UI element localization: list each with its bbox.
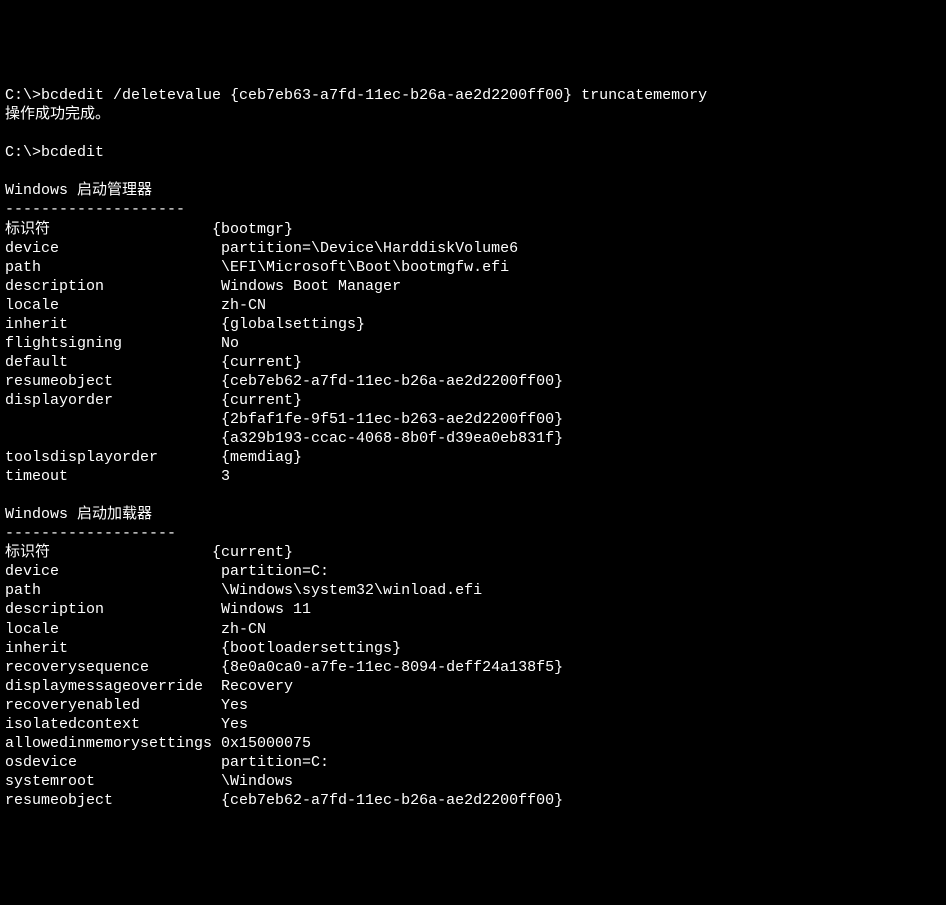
config-row: {2bfaf1fe-9f51-11ec-b263-ae2d2200ff00} xyxy=(5,411,563,428)
config-row: systemroot \Windows xyxy=(5,773,293,790)
config-row: resumeobject {ceb7eb62-a7fd-11ec-b26a-ae… xyxy=(5,373,563,390)
config-row: displayorder {current} xyxy=(5,392,302,409)
config-row: device partition=\Device\HarddiskVolume6 xyxy=(5,240,518,257)
config-row: timeout 3 xyxy=(5,468,230,485)
prompt-prefix: C:\> xyxy=(5,144,41,161)
config-row: allowedinmemorysettings 0x15000075 xyxy=(5,735,311,752)
terminal-output[interactable]: C:\>bcdedit /deletevalue {ceb7eb63-a7fd-… xyxy=(5,86,941,810)
config-row: osdevice partition=C: xyxy=(5,754,329,771)
config-row: 标识符 {bootmgr} xyxy=(5,221,293,238)
config-row: device partition=C: xyxy=(5,563,329,580)
section-divider: -------------------- xyxy=(5,201,185,218)
section-title-boot-manager: Windows 启动管理器 xyxy=(5,182,152,199)
config-row: recoverysequence {8e0a0ca0-a7fe-11ec-809… xyxy=(5,659,563,676)
config-row: description Windows 11 xyxy=(5,601,311,618)
config-row: flightsigning No xyxy=(5,335,239,352)
command-text: bcdedit /deletevalue {ceb7eb63-a7fd-11ec… xyxy=(41,87,707,104)
config-row: locale zh-CN xyxy=(5,297,266,314)
section-title-boot-loader: Windows 启动加载器 xyxy=(5,506,152,523)
config-row: description Windows Boot Manager xyxy=(5,278,401,295)
config-row: resumeobject {ceb7eb62-a7fd-11ec-b26a-ae… xyxy=(5,792,563,809)
config-row: default {current} xyxy=(5,354,302,371)
config-row: {a329b193-ccac-4068-8b0f-d39ea0eb831f} xyxy=(5,430,563,447)
config-row: isolatedcontext Yes xyxy=(5,716,248,733)
section-divider: ------------------- xyxy=(5,525,176,542)
prompt-prefix: C:\> xyxy=(5,87,41,104)
config-row: 标识符 {current} xyxy=(5,544,293,561)
config-row: path \Windows\system32\winload.efi xyxy=(5,582,482,599)
config-row: path \EFI\Microsoft\Boot\bootmgfw.efi xyxy=(5,259,509,276)
command-text: bcdedit xyxy=(41,144,104,161)
config-row: toolsdisplayorder {memdiag} xyxy=(5,449,302,466)
config-row: locale zh-CN xyxy=(5,621,266,638)
config-row: recoveryenabled Yes xyxy=(5,697,248,714)
config-row: inherit {globalsettings} xyxy=(5,316,365,333)
config-row: displaymessageoverride Recovery xyxy=(5,678,293,695)
config-row: inherit {bootloadersettings} xyxy=(5,640,401,657)
response-text: 操作成功完成。 xyxy=(5,106,110,123)
